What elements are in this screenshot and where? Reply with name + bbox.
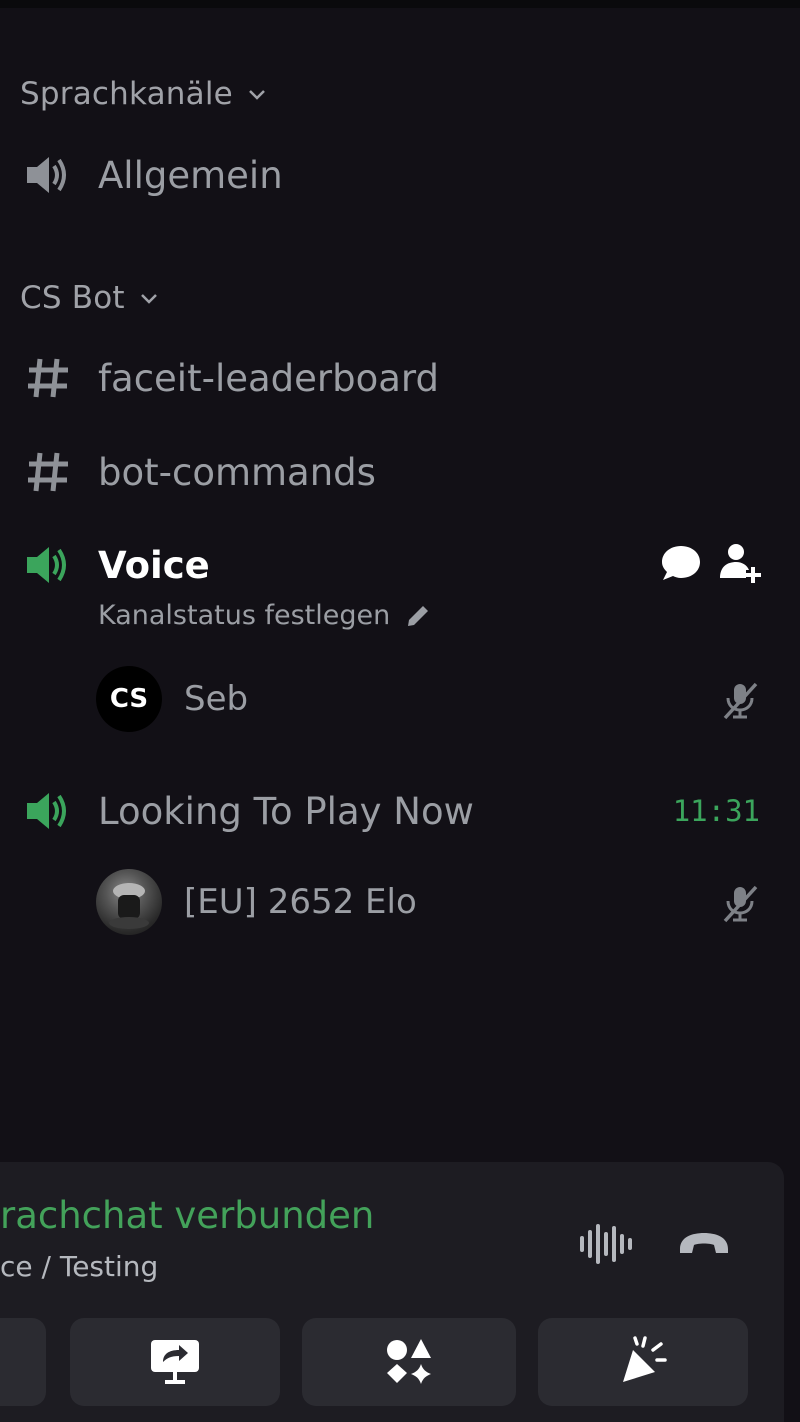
activity-timer: 11:31 — [672, 794, 760, 828]
pencil-icon — [408, 605, 429, 626]
avatar: CS — [96, 666, 162, 732]
category-label: Sprachkanäle — [20, 76, 233, 112]
member-name: Seb — [184, 679, 249, 719]
channel-voice[interactable]: Voice — [22, 530, 800, 600]
chevron-down-icon — [249, 90, 265, 100]
channel-faceit-leaderboard[interactable]: faceit-leaderboard — [22, 343, 800, 413]
add-user-icon[interactable] — [718, 542, 762, 588]
speaker-icon — [22, 539, 74, 591]
noise-suppression-button[interactable] — [576, 1214, 636, 1274]
muted-mic-icon — [720, 883, 760, 927]
muted-mic-icon — [720, 680, 760, 724]
channel-bot-commands[interactable]: bot-commands — [22, 437, 800, 507]
camera-button[interactable] — [0, 1318, 46, 1406]
voice-member-elo[interactable]: [EU] 2652 Elo — [96, 869, 800, 935]
chevron-down-icon — [140, 294, 157, 304]
channel-actions — [660, 542, 762, 588]
category-label: CS Bot — [20, 280, 125, 316]
channel-name: Allgemein — [98, 153, 283, 197]
avatar-image — [109, 883, 149, 929]
channel-name: Voice — [98, 543, 210, 587]
hangup-icon — [680, 1233, 728, 1253]
member-name: [EU] 2652 Elo — [184, 882, 417, 922]
voice-connected-channel[interactable]: ce / Testing — [0, 1250, 158, 1283]
speaker-icon — [22, 149, 74, 201]
category-cs-bot[interactable]: CS Bot — [20, 280, 159, 316]
chat-bubble-icon[interactable] — [660, 543, 702, 587]
channel-status-text: Kanalstatus festlegen — [98, 600, 391, 631]
avatar-initials: CS — [109, 684, 149, 714]
category-voice-channels[interactable]: Sprachkanäle — [20, 76, 267, 112]
screen-share-button[interactable] — [70, 1318, 280, 1406]
window-top-edge — [0, 0, 800, 8]
screen-share-icon — [151, 1340, 199, 1384]
activities-icon — [387, 1339, 431, 1384]
channel-allgemein[interactable]: Allgemein — [22, 140, 800, 210]
hash-icon — [22, 446, 74, 498]
soundboard-icon — [623, 1336, 667, 1382]
set-channel-status[interactable]: Kanalstatus festlegen — [98, 600, 432, 631]
channel-name: faceit-leaderboard — [98, 356, 439, 400]
disconnect-button[interactable] — [674, 1214, 734, 1274]
waveform-icon — [580, 1224, 632, 1264]
channel-looking-to-play-now[interactable]: Looking To Play Now 11:31 — [22, 776, 800, 846]
channel-name: Looking To Play Now — [98, 789, 474, 833]
hash-icon — [22, 352, 74, 404]
channel-name: bot-commands — [98, 450, 376, 494]
speaker-icon — [22, 785, 74, 837]
soundboard-button[interactable] — [538, 1318, 748, 1406]
voice-member-seb[interactable]: CS Seb — [96, 666, 800, 732]
voice-connected-status[interactable]: rachchat verbunden — [0, 1194, 374, 1237]
avatar — [96, 869, 162, 935]
activities-button[interactable] — [302, 1318, 516, 1406]
